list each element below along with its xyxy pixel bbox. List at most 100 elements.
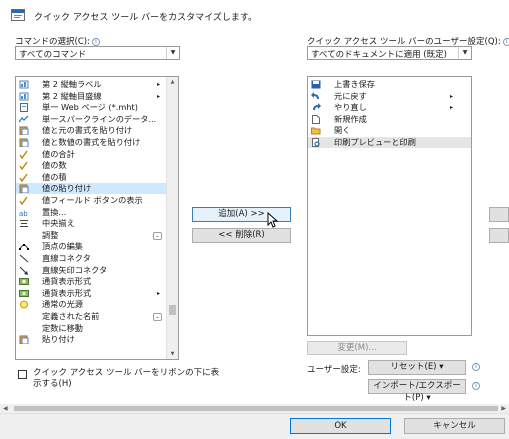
- info-icon: i: [502, 38, 509, 46]
- modify-button[interactable]: 変更(M)...: [307, 341, 407, 355]
- list-item-label: 第 2 縦軸目盛線: [42, 90, 102, 101]
- currency-icon: [19, 278, 29, 286]
- list-item[interactable]: ab 置換...: [16, 207, 178, 218]
- list-item-label: 値の貼り付け: [42, 183, 92, 194]
- chevron-down-icon[interactable]: ▼: [458, 47, 471, 59]
- list-item[interactable]: 印刷プレビューと印刷: [308, 137, 471, 148]
- info-icon: i: [91, 38, 100, 46]
- list-item[interactable]: 中央揃え: [16, 218, 178, 229]
- list-item[interactable]: 元に戻す ▸: [308, 91, 471, 102]
- list-item[interactable]: 頂点の編集: [16, 241, 178, 252]
- chevron-down-icon[interactable]: ▼: [166, 47, 179, 59]
- list-item-label: 値フィールド ボタンの表示: [42, 195, 143, 205]
- list-item[interactable]: 上書き保存: [308, 79, 471, 90]
- check-icon: [19, 196, 28, 205]
- submenu-arrow-icon: ▸: [156, 289, 160, 297]
- list-item-label: 新規作成: [334, 113, 367, 124]
- list-item-label: 頂点の編集: [42, 241, 83, 252]
- list-item[interactable]: 直線コネクタ: [16, 253, 178, 264]
- user-settings-label: ユーザー設定:: [307, 365, 361, 375]
- move-down-button[interactable]: [489, 228, 509, 243]
- list-item-label: 中央揃え: [42, 218, 75, 229]
- list-item[interactable]: 値と元の書式を貼り付け: [16, 125, 178, 136]
- list-item-label: 上書き保存: [334, 79, 375, 89]
- list-item[interactable]: 値の数: [16, 160, 178, 171]
- submenu-arrow-icon: ▸: [449, 92, 453, 100]
- svg-text:ab: ab: [19, 210, 28, 217]
- scroll-left-icon[interactable]: ◀: [3, 404, 8, 413]
- scroll-up-icon[interactable]: ▲: [167, 77, 178, 87]
- paste-icon: [19, 335, 29, 345]
- list-item-label: 元に戻す: [334, 90, 367, 101]
- list-item[interactable]: 直線矢印コネクタ: [16, 265, 178, 276]
- show-below-line1: クイック アクセス ツール バーをリボンの下に表: [33, 368, 220, 378]
- list-item[interactable]: 値と数値の書式を貼り付け: [16, 137, 178, 148]
- list-item[interactable]: 定義された名前 ⌄: [16, 311, 178, 322]
- commands-scrollbar[interactable]: ▲ ▼: [166, 77, 178, 359]
- list-item[interactable]: やり直し ▸: [308, 102, 471, 113]
- commands-combo[interactable]: すべてのコマンド ▼: [15, 46, 180, 60]
- list-item[interactable]: 値の合計: [16, 149, 178, 160]
- replace-icon: ab: [19, 210, 28, 217]
- list-item-label: 直線コネクタ: [42, 253, 91, 263]
- line-icon: [19, 254, 29, 263]
- dropdown-icon[interactable]: ⌄: [153, 231, 162, 240]
- list-item-label: 貼り付け: [42, 334, 75, 345]
- show-below-ribbon-label[interactable]: クイック アクセス ツール バーをリボンの下に表 示する(H): [33, 368, 219, 390]
- page-icon: [20, 103, 28, 113]
- chart-icon: [19, 92, 29, 101]
- cancel-button[interactable]: キャンセル: [404, 418, 505, 434]
- list-item-label: 第 2 縦軸ラベル: [42, 79, 102, 89]
- dropdown-icon[interactable]: ⌄: [153, 313, 162, 321]
- scroll-thumb[interactable]: [169, 305, 176, 315]
- qat-combo[interactable]: すべてのドキュメントに適用 (既定) ▼: [307, 46, 472, 60]
- info-icon: i: [472, 382, 480, 390]
- list-item[interactable]: 開く: [308, 125, 471, 136]
- print-preview-icon: [312, 138, 320, 147]
- list-item-label: 印刷プレビューと印刷: [334, 137, 416, 147]
- list-item[interactable]: 定数に移動: [16, 323, 178, 334]
- list-item[interactable]: 貼り付け: [16, 334, 178, 345]
- scroll-right-icon[interactable]: ▶: [501, 404, 506, 413]
- currency-icon: [19, 289, 29, 297]
- list-item-label: 置換...: [42, 206, 67, 217]
- show-below-ribbon-checkbox[interactable]: [18, 370, 27, 379]
- list-item-label: 通常の光源: [42, 299, 83, 310]
- list-item[interactable]: 通貨表示形式: [16, 276, 178, 287]
- list-item[interactable]: 新規作成: [308, 114, 471, 125]
- paste-icon: [19, 138, 29, 147]
- list-item[interactable]: 調整 ⌄: [16, 230, 178, 241]
- submenu-arrow-icon: ▸: [449, 104, 453, 112]
- reset-button[interactable]: リセット(E) ▾: [368, 360, 466, 375]
- arrow-line-icon: [19, 266, 28, 275]
- list-item-label: 通貨表示形式: [42, 276, 92, 287]
- list-item[interactable]: 単一 Web ページ (*.mht): [16, 102, 178, 113]
- check-icon: [19, 150, 28, 159]
- import-export-button[interactable]: インポート/エクスポート(P) ▾: [368, 379, 466, 403]
- qat-list[interactable]: 上書き保存 元に戻す ▸ やり直し ▸ 新規作成 開く 印刷プレビューと印刷: [307, 76, 472, 336]
- list-item[interactable]: 通貨表示形式 ▸: [16, 288, 178, 299]
- move-up-button[interactable]: [489, 207, 509, 222]
- list-item[interactable]: 通常の光源: [16, 299, 178, 310]
- redo-icon: [313, 103, 321, 111]
- new-doc-icon: [312, 114, 320, 124]
- list-item[interactable]: 単一スパークラインのデータ...: [16, 114, 178, 125]
- list-item-label: 単一スパークラインのデータ...: [42, 113, 157, 124]
- list-item-label: 通貨表示形式: [42, 287, 92, 298]
- scroll-down-icon[interactable]: ▼: [167, 349, 178, 359]
- commands-list[interactable]: 第 2 縦軸ラベル ▸ 第 2 縦軸目盛線 ▸ 単一 Web ページ (*.mht) 単一…: [15, 76, 179, 360]
- list-item[interactable]: 値フィールド ボタンの表示: [16, 195, 178, 206]
- list-item[interactable]: 値の貼り付け: [16, 183, 178, 195]
- list-item[interactable]: 第 2 縦軸目盛線 ▸: [16, 91, 178, 102]
- list-item[interactable]: 値の積: [16, 172, 178, 183]
- list-item[interactable]: 第 2 縦軸ラベル ▸: [16, 79, 178, 90]
- mouse-cursor-icon: [267, 212, 279, 228]
- qat-customize-icon: [11, 9, 25, 21]
- ok-button[interactable]: OK: [290, 418, 391, 434]
- undo-icon: [311, 91, 319, 99]
- list-item-label: 直線矢印コネクタ: [42, 264, 108, 275]
- center-icon: [20, 220, 28, 228]
- remove-button[interactable]: << 削除(R): [192, 228, 291, 243]
- horizontal-scrollbar[interactable]: ◀ ▶: [0, 404, 509, 413]
- hscroll-thumb[interactable]: [14, 406, 498, 411]
